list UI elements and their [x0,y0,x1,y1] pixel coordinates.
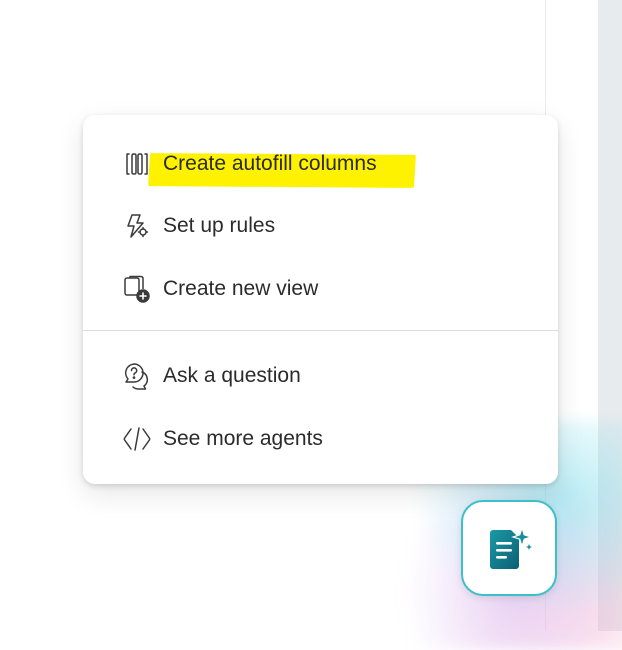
menu-item-set-up-rules[interactable]: Set up rules [83,196,558,256]
columns-icon [121,148,153,180]
menu-item-create-new-view[interactable]: Create new view [83,259,558,319]
copilot-agent-button[interactable] [461,500,557,596]
new-view-icon [121,273,153,305]
menu-item-label: Create autofill columns [163,152,377,175]
document-sparkle-icon [485,524,533,572]
menu-item-label: See more agents [163,427,323,450]
menu-item-ask-a-question[interactable]: Ask a question [83,346,558,406]
menu-item-label: Create new view [163,277,319,300]
menu-item-label: Set up rules [163,214,276,237]
menu-divider [83,330,558,331]
menu-item-see-more-agents[interactable]: See more agents [83,409,558,469]
question-chat-icon [121,360,153,392]
agent-menu: Create autofill columns Set up rules Cre… [83,115,558,484]
agents-code-icon [121,423,153,455]
rule-lightning-icon [121,210,153,242]
menu-item-create-autofill-columns[interactable]: Create autofill columns [83,134,558,194]
menu-item-label: Ask a question [163,364,301,387]
